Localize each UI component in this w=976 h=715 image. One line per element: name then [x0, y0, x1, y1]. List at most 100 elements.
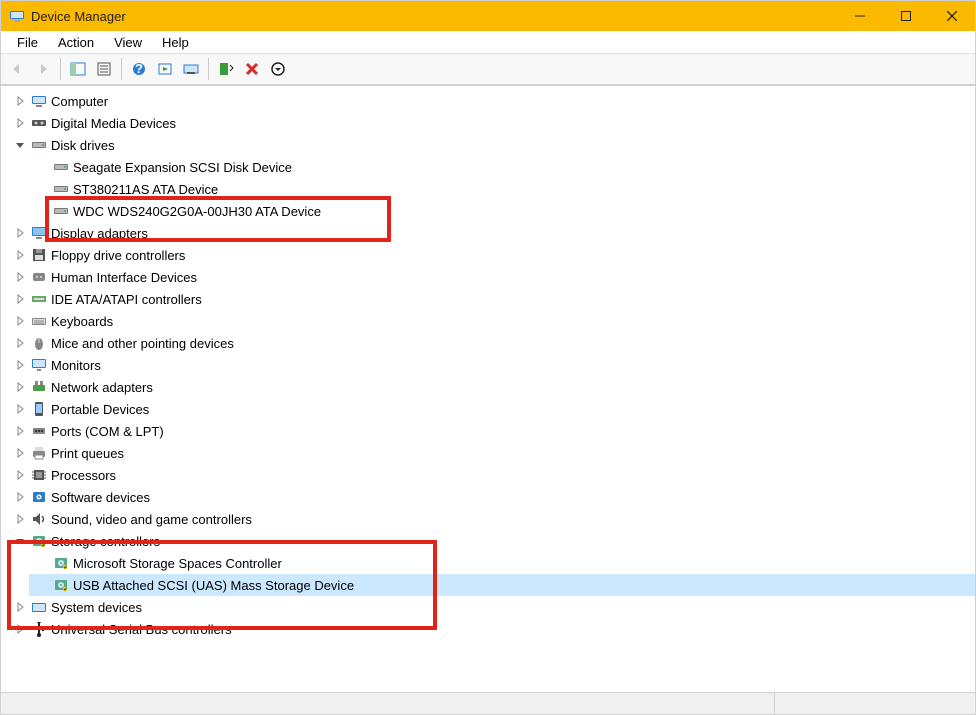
tree-item-label: Universal Serial Bus controllers — [51, 622, 232, 637]
chevron-right-icon[interactable] — [13, 226, 27, 240]
scan-for-changes-button[interactable] — [266, 57, 290, 81]
chevron-right-icon[interactable] — [13, 94, 27, 108]
disk-icon — [53, 159, 69, 175]
properties-button[interactable] — [92, 57, 116, 81]
tree-item-label: System devices — [51, 600, 142, 615]
disk-icon — [31, 137, 47, 153]
tree-item[interactable]: Seagate Expansion SCSI Disk Device — [29, 156, 975, 178]
tree-item[interactable]: WDC WDS240G2G0A-00JH30 ATA Device — [29, 200, 975, 222]
tree-item[interactable]: Disk drives — [7, 134, 975, 156]
tree-item[interactable]: Floppy drive controllers — [7, 244, 975, 266]
title-bar[interactable]: Device Manager — [1, 1, 975, 31]
tree-item[interactable]: Computer — [7, 90, 975, 112]
tree-item[interactable]: Network adapters — [7, 376, 975, 398]
tree-item[interactable]: Storage controllers — [7, 530, 975, 552]
uninstall-button[interactable] — [240, 57, 264, 81]
chevron-right-icon[interactable] — [13, 490, 27, 504]
tree-item[interactable]: Microsoft Storage Spaces Controller — [29, 552, 975, 574]
tree-item-label: Storage controllers — [51, 534, 160, 549]
usb-icon — [31, 621, 47, 637]
computer-icon — [31, 93, 47, 109]
chevron-right-icon[interactable] — [13, 336, 27, 350]
storage-icon — [53, 577, 69, 593]
storage-icon — [31, 533, 47, 549]
chevron-right-icon[interactable] — [13, 468, 27, 482]
toolbar-separator — [60, 58, 61, 80]
chevron-down-icon[interactable] — [13, 534, 27, 548]
tree-item-label: Display adapters — [51, 226, 148, 241]
app-icon — [9, 8, 25, 24]
chevron-right-icon[interactable] — [13, 380, 27, 394]
device-manager-window: Device Manager File Action View Help ? C… — [0, 0, 976, 715]
chevron-right-icon[interactable] — [13, 358, 27, 372]
disk-icon — [53, 203, 69, 219]
chevron-right-icon[interactable] — [13, 116, 27, 130]
tree-item-label: Seagate Expansion SCSI Disk Device — [73, 160, 292, 175]
tree-item-label: Computer — [51, 94, 108, 109]
tree-item[interactable]: Digital Media Devices — [7, 112, 975, 134]
chevron-right-icon[interactable] — [13, 600, 27, 614]
network-icon — [31, 379, 47, 395]
content-area: Computer Digital Media Devices Disk drives… — [1, 85, 975, 692]
device-tree[interactable]: Computer Digital Media Devices Disk drives… — [1, 86, 975, 692]
menu-file[interactable]: File — [7, 33, 48, 52]
forward-button — [31, 57, 55, 81]
display-icon — [31, 225, 47, 241]
help-button[interactable]: ? — [127, 57, 151, 81]
tree-item-label: Mice and other pointing devices — [51, 336, 234, 351]
chevron-down-icon[interactable] — [13, 138, 27, 152]
tree-item-label: Disk drives — [51, 138, 115, 153]
tree-item-label: Monitors — [51, 358, 101, 373]
tree-item[interactable]: Monitors — [7, 354, 975, 376]
storage-icon — [53, 555, 69, 571]
action-button[interactable] — [153, 57, 177, 81]
tree-item[interactable]: Portable Devices — [7, 398, 975, 420]
maximize-button[interactable] — [883, 1, 929, 31]
tree-item-label: Microsoft Storage Spaces Controller — [73, 556, 282, 571]
tree-item[interactable]: System devices — [7, 596, 975, 618]
tree-item[interactable]: Display adapters — [7, 222, 975, 244]
tree-item-label: USB Attached SCSI (UAS) Mass Storage Dev… — [73, 578, 354, 593]
tree-item[interactable]: IDE ATA/ATAPI controllers — [7, 288, 975, 310]
close-button[interactable] — [929, 1, 975, 31]
tree-item-label: Processors — [51, 468, 116, 483]
tree-item-label: Portable Devices — [51, 402, 149, 417]
mouse-icon — [31, 335, 47, 351]
chevron-right-icon[interactable] — [13, 424, 27, 438]
tree-item[interactable]: Human Interface Devices — [7, 266, 975, 288]
tree-item[interactable]: USB Attached SCSI (UAS) Mass Storage Dev… — [29, 574, 975, 596]
chevron-right-icon[interactable] — [13, 248, 27, 262]
cpu-icon — [31, 467, 47, 483]
chevron-right-icon[interactable] — [13, 446, 27, 460]
menu-help[interactable]: Help — [152, 33, 199, 52]
tree-item[interactable]: Universal Serial Bus controllers — [7, 618, 975, 640]
chevron-right-icon[interactable] — [13, 292, 27, 306]
chevron-right-icon[interactable] — [13, 512, 27, 526]
tree-item[interactable]: Mice and other pointing devices — [7, 332, 975, 354]
chevron-right-icon[interactable] — [13, 270, 27, 284]
chevron-right-icon[interactable] — [13, 622, 27, 636]
tree-item[interactable]: Processors — [7, 464, 975, 486]
tree-item[interactable]: Software devices — [7, 486, 975, 508]
tree-item[interactable]: Sound, video and game controllers — [7, 508, 975, 530]
tree-item-label: Floppy drive controllers — [51, 248, 185, 263]
show-hide-tree-button[interactable] — [66, 57, 90, 81]
chevron-right-icon[interactable] — [13, 402, 27, 416]
minimize-button[interactable] — [837, 1, 883, 31]
update-driver-button[interactable] — [214, 57, 238, 81]
menu-action[interactable]: Action — [48, 33, 104, 52]
monitor-icon — [31, 357, 47, 373]
tree-item[interactable]: Print queues — [7, 442, 975, 464]
tree-item[interactable]: Keyboards — [7, 310, 975, 332]
tree-item[interactable]: Ports (COM & LPT) — [7, 420, 975, 442]
tree-item-label: WDC WDS240G2G0A-00JH30 ATA Device — [73, 204, 321, 219]
toolbar-separator — [121, 58, 122, 80]
chevron-right-icon[interactable] — [13, 314, 27, 328]
tree-item-label: Ports (COM & LPT) — [51, 424, 164, 439]
toolbar-separator — [208, 58, 209, 80]
scan-button[interactable] — [179, 57, 203, 81]
menu-bar: File Action View Help — [1, 31, 975, 53]
tree-item[interactable]: ST380211AS ATA Device — [29, 178, 975, 200]
tree-item-label: ST380211AS ATA Device — [73, 182, 218, 197]
menu-view[interactable]: View — [104, 33, 152, 52]
